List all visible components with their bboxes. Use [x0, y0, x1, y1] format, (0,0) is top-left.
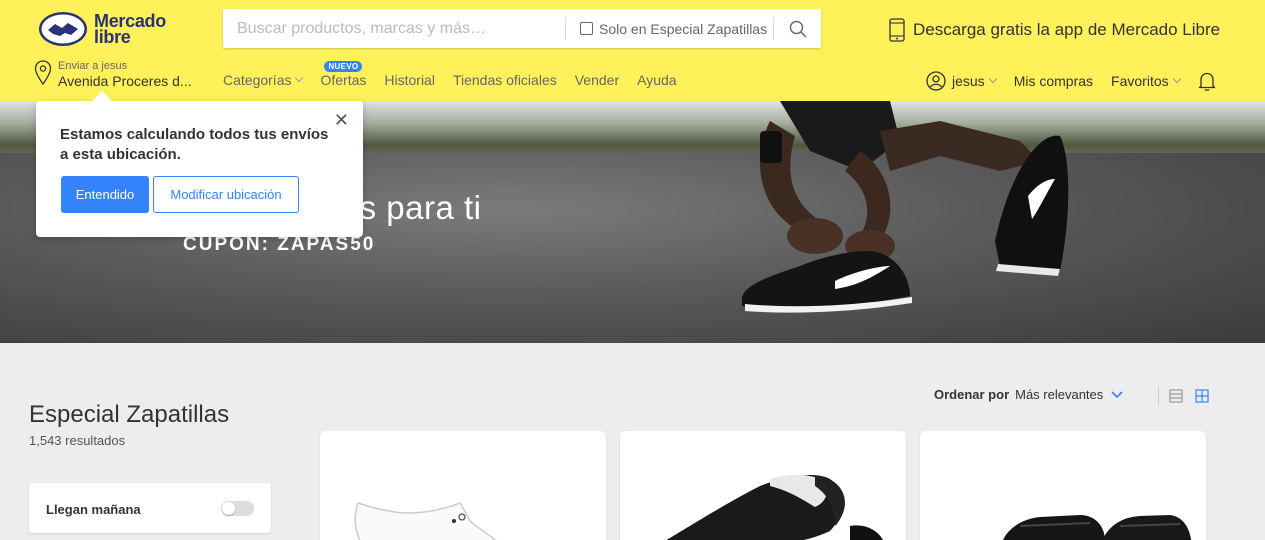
understood-button[interactable]: Entendido: [61, 176, 149, 213]
product-card[interactable]: [920, 431, 1206, 540]
chevron-down-icon: [988, 74, 997, 84]
main-nav: Categorías NUEVO Ofertas Historial Tiend…: [223, 61, 695, 88]
notifications-button[interactable]: [1198, 71, 1222, 91]
white-sneaker-image: [354, 502, 497, 540]
user-name: jesus: [952, 73, 985, 89]
results-count: 1,543 resultados: [29, 433, 126, 448]
page-title: Especial Zapatillas: [29, 401, 230, 428]
nav-ayuda[interactable]: Ayuda: [637, 72, 676, 88]
user-nav: jesus Mis compras Favoritos: [926, 71, 1240, 91]
popup-message: Estamos calculando todos tus envíos a es…: [60, 126, 329, 163]
search-scope-filter[interactable]: Solo en Especial Zapatillas: [565, 17, 767, 40]
sort-value: Más relevantes: [1015, 387, 1104, 402]
user-avatar-icon: [926, 71, 946, 91]
product-card[interactable]: [320, 431, 606, 540]
search-bar: Solo en Especial Zapatillas: [223, 9, 821, 48]
search-input[interactable]: [223, 9, 563, 48]
filter-next-day: Llegan mañana: [29, 483, 271, 533]
nav-categorias[interactable]: Categorías: [223, 72, 304, 88]
toggle-knob: [222, 502, 235, 515]
logo-wordmark: mercado libre: [94, 11, 166, 47]
phone-icon: [889, 18, 905, 42]
divider: [1158, 387, 1159, 405]
handshake-logo-icon: [39, 12, 87, 46]
my-purchases-link[interactable]: Mis compras: [1014, 73, 1093, 89]
location-pin-icon: [34, 60, 52, 86]
location-address: Avenida Proceres d...: [58, 73, 192, 89]
scope-label: Solo en Especial Zapatillas: [599, 20, 768, 37]
location-recipient: Enviar a jesus: [58, 60, 128, 72]
list-view-icon[interactable]: [1169, 389, 1183, 403]
chevron-down-icon: [295, 73, 304, 83]
nav-vender[interactable]: Vender: [575, 72, 619, 88]
runner-tying-shoe-image: [741, 101, 1069, 313]
next-day-toggle[interactable]: [221, 501, 254, 516]
favorites-menu[interactable]: Favoritos: [1111, 73, 1181, 89]
nav-historial[interactable]: Historial: [384, 72, 435, 88]
grid-view-icon[interactable]: [1195, 389, 1209, 403]
user-menu[interactable]: jesus: [926, 71, 997, 91]
app-promo-label: Descarga gratis la app de Mercado Libre: [913, 20, 1221, 39]
nav-ofertas[interactable]: NUEVO Ofertas: [320, 61, 366, 88]
filter-label: Llegan mañana: [46, 502, 141, 517]
sort-dropdown[interactable]: Ordenar por Más relevantes: [934, 387, 1123, 402]
scope-checkbox[interactable]: [580, 22, 593, 35]
delivery-location[interactable]: Enviar a jesus Avenida Proceres d...: [34, 60, 192, 90]
nav-tiendas-oficiales[interactable]: Tiendas oficiales: [453, 72, 557, 88]
bell-icon: [1198, 72, 1215, 91]
product-card[interactable]: [620, 431, 906, 540]
header: mercado libre Solo en Especial Zapatilla…: [0, 0, 1265, 101]
view-toggle: [1158, 387, 1209, 405]
hero-coupon: CUPON: ZAPAS50: [183, 234, 376, 255]
black-shoe-pair-image: [1003, 515, 1192, 540]
sort-label: Ordenar por: [934, 387, 1010, 402]
modify-location-button[interactable]: Modificar ubicación: [153, 176, 299, 213]
download-app-link[interactable]: Descarga gratis la app de Mercado Libre: [889, 18, 1220, 42]
chevron-down-icon: [1111, 390, 1123, 398]
new-badge: NUEVO: [324, 61, 363, 72]
chevron-down-icon: [1172, 74, 1181, 84]
search-button[interactable]: [773, 17, 821, 40]
search-icon: [789, 20, 806, 37]
mercado-libre-logo[interactable]: mercado libre: [38, 9, 178, 49]
location-popup: ✕ Estamos calculando todos tus envíos a …: [36, 91, 363, 237]
black-sneaker-image: [666, 474, 883, 540]
